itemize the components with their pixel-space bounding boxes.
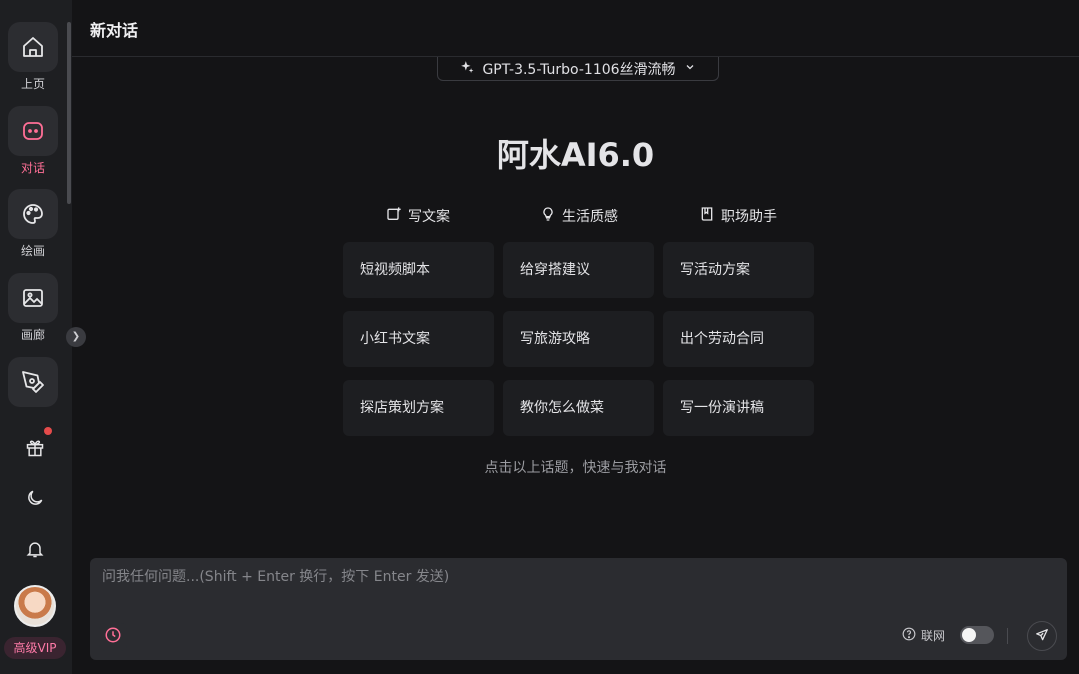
lightbulb-icon [540,206,556,226]
send-button[interactable] [1027,621,1057,651]
web-search-label: 联网 [921,628,946,643]
category-label: 写文案 [408,209,450,225]
sparkle-icon [460,60,474,78]
sidebar: 上页 对话 绘画 画廊 高级VIP [0,0,72,674]
category-tab-workplace[interactable]: 职场助手 [699,206,777,226]
bell-icon[interactable] [22,536,48,562]
vip-badge[interactable]: 高级VIP [4,637,66,659]
category-label: 生活质感 [562,209,618,225]
sidebar-item-home[interactable]: 上页 [0,22,66,91]
sidebar-scrollbar[interactable] [67,22,71,204]
topic-card[interactable]: 小红书文案 [343,311,494,367]
chat-icon [8,106,58,156]
gift-icon[interactable] [22,435,48,461]
category-tab-copywriting[interactable]: 写文案 [386,206,450,226]
chevron-right-icon: ❯ [71,331,81,342]
prompt-history-button[interactable] [99,623,127,651]
sidebar-item-label: 上页 [20,77,45,91]
collapse-sidebar-button[interactable]: ❯ [66,327,86,347]
help-icon [902,627,916,644]
category-label: 职场助手 [721,209,777,225]
moon-icon[interactable] [22,485,48,511]
topic-card[interactable]: 给穿搭建议 [503,242,654,298]
sidebar-item-label: 对话 [20,161,45,175]
notification-dot [44,427,52,435]
model-selector[interactable]: GPT-3.5-Turbo-1106丝滑流畅 [437,57,719,81]
model-name: GPT-3.5-Turbo-1106丝滑流畅 [482,61,676,78]
page-title: 新对话 [90,21,139,40]
chevron-down-icon [684,61,696,77]
topic-card[interactable]: 探店策划方案 [343,380,494,436]
divider [1007,628,1008,644]
topic-hint: 点击以上话题，快速与我对话 [484,460,667,476]
sidebar-item-pen[interactable] [0,357,66,407]
brand-title: 阿水AI6.0 [496,136,655,174]
send-icon [1035,627,1049,646]
chat-input-box: 联网 [90,558,1067,660]
topic-card[interactable]: 写活动方案 [663,242,814,298]
palette-icon [8,189,58,239]
sidebar-item-label: 绘画 [20,244,45,258]
sidebar-item-draw[interactable]: 绘画 [0,189,66,258]
clock-icon [104,626,122,648]
web-search-switch[interactable] [960,626,995,644]
avatar[interactable] [14,585,56,627]
header: 新对话 [72,0,1079,57]
topic-card[interactable]: 写旅游攻略 [503,311,654,367]
home-icon [8,22,58,72]
topic-card[interactable]: 写一份演讲稿 [663,380,814,436]
topic-card[interactable]: 教你怎么做菜 [503,380,654,436]
web-search-toggle[interactable]: 联网 [902,626,995,644]
pen-tool-icon [8,357,58,407]
edit-icon [386,206,402,226]
sidebar-item-label: 画廊 [20,328,45,342]
image-icon [8,273,58,323]
sidebar-item-gallery[interactable]: 画廊 [0,273,66,342]
chat-input[interactable] [102,566,1042,606]
sidebar-item-chat[interactable]: 对话 [0,106,66,175]
book-icon [699,206,715,226]
category-tab-life[interactable]: 生活质感 [540,206,618,226]
app-root: 上页 对话 绘画 画廊 高级VIP ❯ 新对话 GPT-3.5-Turbo-11… [0,0,1079,674]
topic-card[interactable]: 出个劳动合同 [663,311,814,367]
topic-card[interactable]: 短视频脚本 [343,242,494,298]
